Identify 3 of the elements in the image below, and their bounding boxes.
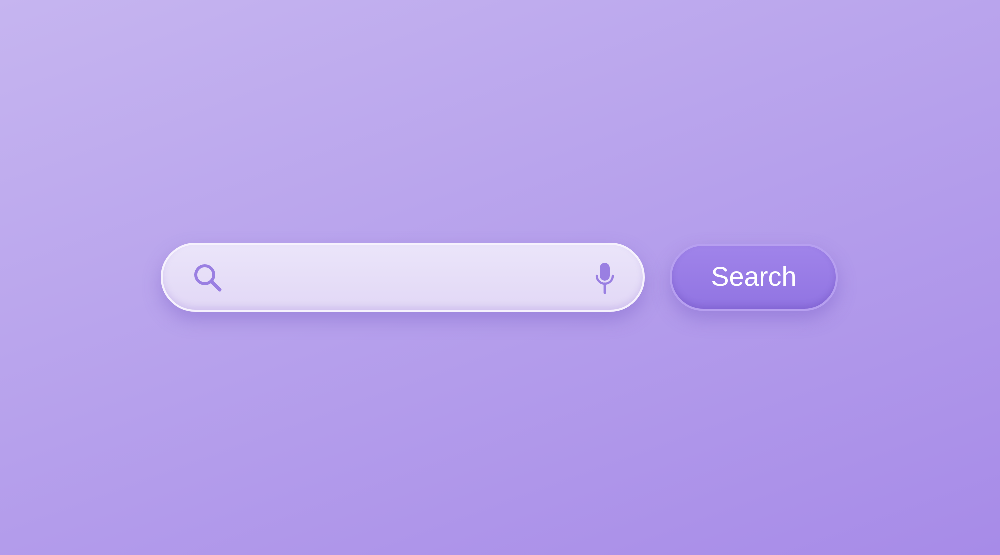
microphone-icon[interactable] <box>595 262 615 294</box>
search-icon <box>193 262 223 292</box>
search-button[interactable]: Search <box>670 244 838 311</box>
